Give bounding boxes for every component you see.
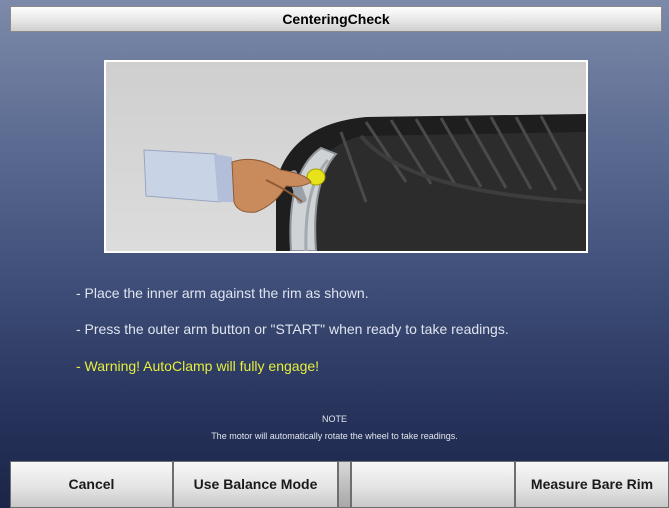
cancel-button[interactable]: Cancel xyxy=(10,461,173,508)
measure-bare-rim-button[interactable]: Measure Bare Rim xyxy=(515,461,669,508)
centering-check-screen: CenteringCheck - Place the inner arm aga… xyxy=(0,0,669,508)
note-title: NOTE xyxy=(321,414,347,424)
use-balance-mode-button[interactable]: Use Balance Mode xyxy=(173,461,338,508)
window-title: CenteringCheck xyxy=(10,6,662,32)
instruction-press-start: - Press the outer arm button or "START" … xyxy=(76,321,509,337)
instruction-place-arm: - Place the inner arm against the rim as… xyxy=(76,285,369,301)
warning-autoclamp: - Warning! AutoClamp will fully engage! xyxy=(76,358,320,374)
softkey-bar: Cancel Use Balance Mode Measure Bare Rim xyxy=(10,461,669,508)
empty-softkey-button[interactable] xyxy=(351,461,515,508)
note-text: The motor will automatically rotate the … xyxy=(211,431,458,441)
softkey-divider xyxy=(338,461,351,508)
wheel-clamp-arm-illustration xyxy=(104,60,588,253)
